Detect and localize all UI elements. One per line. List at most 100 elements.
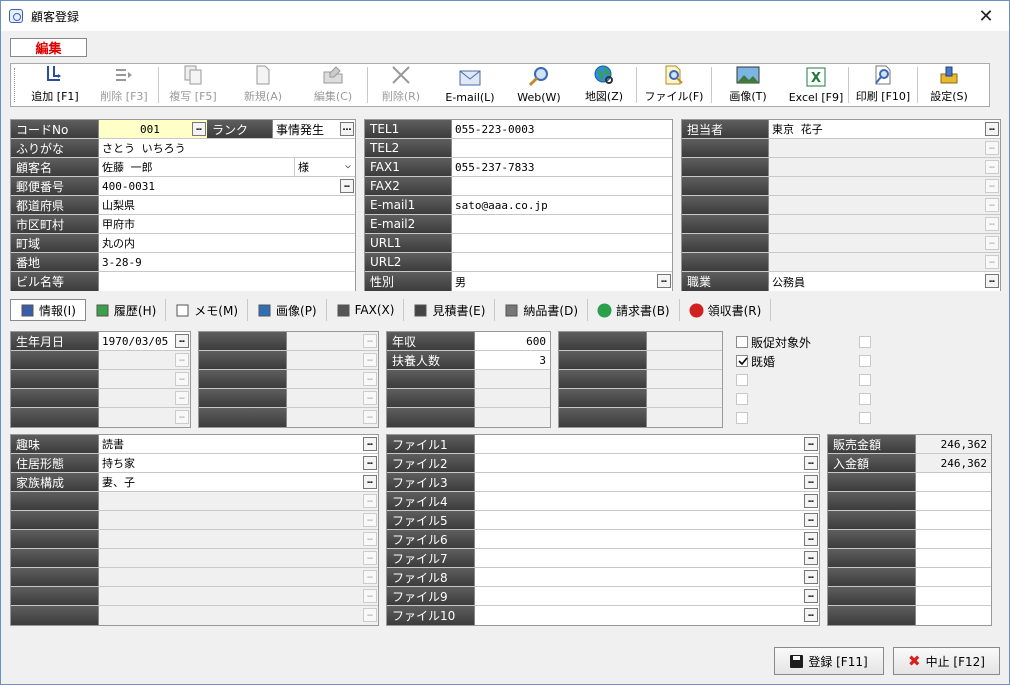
grid-row-field[interactable]: …	[475, 473, 819, 491]
lookup-button[interactable]: …	[363, 334, 377, 348]
tel1-field[interactable]: 055-223-0003	[452, 120, 672, 138]
lookup-button[interactable]: …	[363, 513, 377, 527]
lookup-button[interactable]: …	[363, 410, 377, 424]
lookup-button[interactable]: …	[363, 353, 377, 367]
lookup-button[interactable]: …	[985, 141, 999, 155]
url2-field[interactable]	[452, 253, 672, 271]
gender-field[interactable]: 男…	[452, 272, 672, 291]
tab-4[interactable]: FAX(X)	[327, 299, 405, 321]
fax1-field[interactable]: 055-237-7833	[452, 158, 672, 176]
lookup-button[interactable]: …	[175, 410, 189, 424]
lookup-button[interactable]: …	[804, 532, 818, 546]
checkbox[interactable]	[859, 412, 871, 424]
lookup-button[interactable]: …	[175, 353, 189, 367]
lookup-button[interactable]: …	[363, 551, 377, 565]
tab-0[interactable]: 情報(I)	[10, 299, 86, 321]
toolbar-button-11[interactable]: X Excel [F9]	[784, 64, 848, 106]
lookup-button[interactable]: …	[985, 122, 999, 136]
tab-6[interactable]: 納品書(D)	[495, 299, 589, 321]
grid-row-field[interactable]: …	[475, 492, 819, 510]
lookup-button[interactable]: …	[363, 372, 377, 386]
grid-row-field[interactable]: 1970/03/05…	[99, 332, 190, 350]
tab-2[interactable]: メモ(M)	[166, 299, 249, 321]
honorific-select[interactable]: 様 ⌵	[295, 158, 355, 176]
code-lookup-button[interactable]: …	[192, 122, 206, 136]
lookup-button[interactable]: …	[985, 179, 999, 193]
lookup-button[interactable]: …	[363, 570, 377, 584]
save-button[interactable]: 登録 [F11]	[774, 647, 884, 675]
grid-row-field[interactable]: …	[475, 530, 819, 548]
city-field[interactable]: 甲府市	[99, 215, 355, 233]
cancel-button[interactable]: ✖ 中止 [F12]	[893, 647, 1000, 675]
checkbox[interactable]	[736, 412, 748, 424]
email1-field[interactable]: sato@aaa.co.jp	[452, 196, 672, 214]
lookup-button[interactable]: …	[985, 274, 999, 288]
toolbar-button-3[interactable]: 新規(A)	[227, 64, 299, 106]
tab-8[interactable]: 領収書(R)	[680, 299, 772, 321]
staff-row-field[interactable]: 東京 花子…	[769, 120, 1000, 138]
grid-row-field[interactable]: 600	[475, 332, 550, 350]
lookup-button[interactable]: …	[985, 198, 999, 212]
grid-row-field[interactable]: …	[475, 454, 819, 472]
town-field[interactable]: 丸の内	[99, 234, 355, 252]
lookup-button[interactable]: …	[804, 608, 818, 622]
lookup-button[interactable]: …	[804, 551, 818, 565]
toolbar-button-4[interactable]: 編集(C)	[299, 64, 367, 106]
lookup-button[interactable]: …	[804, 456, 818, 470]
lookup-button[interactable]: …	[363, 532, 377, 546]
toolbar-button-0[interactable]: 追加 [F1]	[20, 64, 90, 106]
toolbar-button-5[interactable]: 削除(R)	[368, 64, 434, 106]
tab-3[interactable]: 画像(P)	[248, 299, 327, 321]
toolbar-button-6[interactable]: E-mail(L)	[434, 64, 506, 106]
grid-row-field[interactable]: …	[475, 435, 819, 453]
rank-lookup-button[interactable]: …	[340, 122, 354, 136]
grid-row-field[interactable]: …	[475, 549, 819, 567]
lookup-button[interactable]: …	[363, 608, 377, 622]
grid-row-field[interactable]: 妻、子…	[99, 473, 378, 491]
lookup-button[interactable]: …	[363, 475, 377, 489]
lookup-button[interactable]: …	[363, 456, 377, 470]
close-icon[interactable]: ✕	[963, 1, 1009, 31]
lookup-button[interactable]: …	[175, 372, 189, 386]
toolbar-button-1[interactable]: 削除 [F3]	[90, 64, 158, 106]
toolbar-button-13[interactable]: 設定(S)	[918, 64, 980, 106]
lookup-button[interactable]: …	[804, 437, 818, 451]
grid-row-field[interactable]: …	[475, 568, 819, 586]
furigana-field[interactable]: さとう いちろう	[99, 139, 355, 157]
checkbox[interactable]	[736, 393, 748, 405]
lookup-button[interactable]: …	[985, 160, 999, 174]
grid-row-field[interactable]: …	[475, 606, 819, 625]
banchi-field[interactable]: 3-28-9	[99, 253, 355, 271]
lookup-button[interactable]: …	[804, 494, 818, 508]
grid-row-field[interactable]: 3	[475, 351, 550, 369]
pref-field[interactable]: 山梨県	[99, 196, 355, 214]
lookup-button[interactable]: …	[804, 475, 818, 489]
zip-lookup-button[interactable]: …	[340, 179, 354, 193]
lookup-button[interactable]: …	[985, 255, 999, 269]
lookup-button[interactable]: …	[804, 513, 818, 527]
email2-field[interactable]	[452, 215, 672, 233]
building-field[interactable]	[99, 272, 355, 291]
toolbar-button-12[interactable]: 印刷 [F10]	[849, 64, 917, 106]
tab-7[interactable]: 請求書(B)	[588, 299, 680, 321]
lookup-button[interactable]: …	[363, 391, 377, 405]
checkbox[interactable]	[736, 374, 748, 386]
rank-field[interactable]: 事情発生…	[273, 120, 355, 138]
checkbox[interactable]	[859, 374, 871, 386]
tab-1[interactable]: 履歴(H)	[86, 299, 167, 321]
lookup-button[interactable]: …	[363, 437, 377, 451]
tab-5[interactable]: 見積書(E)	[404, 299, 496, 321]
gender-lookup-button[interactable]: …	[657, 274, 671, 288]
grid-row-field[interactable]: …	[475, 511, 819, 529]
toolbar-button-10[interactable]: 画像(T)	[712, 64, 784, 106]
checkbox[interactable]	[736, 336, 748, 348]
toolbar-button-9[interactable]: ファイル(F)	[637, 64, 711, 106]
grid-row-field[interactable]: 読書…	[99, 435, 378, 453]
lookup-button[interactable]: …	[804, 589, 818, 603]
lookup-button[interactable]: …	[175, 334, 189, 348]
lookup-button[interactable]: …	[363, 494, 377, 508]
checkbox[interactable]	[736, 355, 748, 367]
name-field[interactable]: 佐藤 一郎	[99, 158, 295, 176]
toolbar-button-2[interactable]: 複写 [F5]	[159, 64, 227, 106]
checkbox[interactable]	[859, 355, 871, 367]
